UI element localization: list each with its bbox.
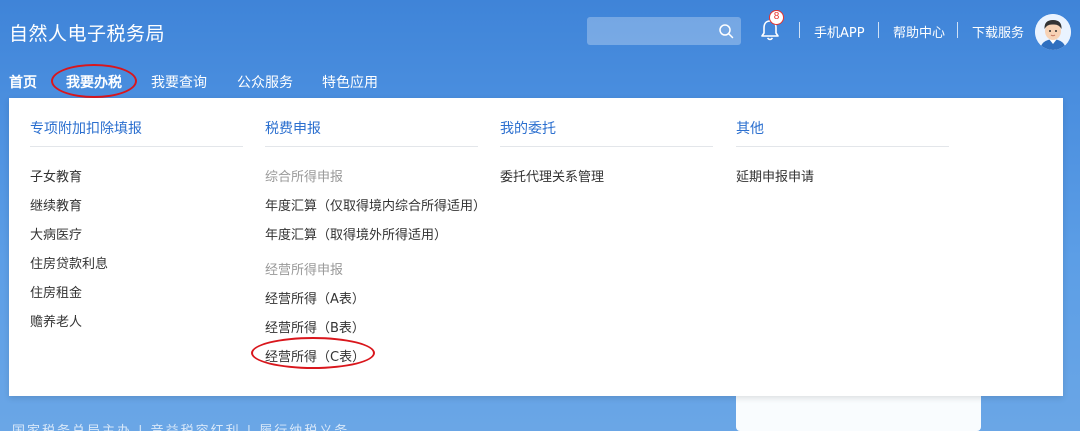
user-avatar[interactable]: [1035, 14, 1071, 50]
nav-special-apps[interactable]: 特色应用: [322, 72, 378, 92]
menu-item-annual-settlement-overseas[interactable]: 年度汇算（取得境外所得适用）: [265, 224, 447, 243]
site-title[interactable]: 自然人电子税务局: [9, 19, 165, 46]
header-divider: [799, 22, 800, 38]
menu-item-business-income-a[interactable]: 经营所得（A表）: [265, 288, 365, 307]
header-divider: [957, 22, 958, 38]
menu-item-serious-illness[interactable]: 大病医疗: [30, 224, 82, 243]
submenu-label-comprehensive-income: 综合所得申报: [265, 170, 344, 185]
banner-slogan: 国家税务总局主办 | 音益税容红利 | 履行纳税义务: [12, 420, 349, 431]
menu-item-business-income-b[interactable]: 经营所得（B表）: [265, 317, 365, 336]
menu-item-mortgage-interest[interactable]: 住房贷款利息: [30, 253, 108, 272]
tax-menu-dropdown: 专项附加扣除填报 子女教育 继续教育 大病医疗 住房贷款利息 住房租金 赡养老人…: [9, 98, 1063, 396]
menu-heading-special-deduction[interactable]: 专项附加扣除填报: [30, 118, 142, 138]
top-header: 自然人电子税务局 8 手机APP 帮助中心 下载服务: [0, 0, 1080, 62]
divider: [265, 146, 478, 147]
menu-item-annual-settlement-domestic[interactable]: 年度汇算（仅取得境内综合所得适用）: [265, 195, 486, 214]
header-divider: [878, 22, 879, 38]
mobile-app-link[interactable]: 手机APP: [814, 22, 865, 41]
notification-badge: 8: [769, 10, 784, 25]
menu-heading-tax-filing[interactable]: 税费申报: [265, 118, 321, 138]
avatar-icon: [1035, 14, 1071, 50]
help-center-link[interactable]: 帮助中心: [893, 22, 945, 41]
menu-item-child-education[interactable]: 子女教育: [30, 166, 82, 185]
menu-item-continuing-education[interactable]: 继续教育: [30, 195, 82, 214]
menu-item-elderly-support[interactable]: 赡养老人: [30, 311, 82, 330]
highlight-circle: [251, 337, 375, 369]
search-icon[interactable]: [718, 23, 734, 39]
menu-heading-other[interactable]: 其他: [736, 118, 764, 138]
divider: [30, 146, 243, 147]
nav-home[interactable]: 首页: [9, 72, 37, 92]
nav-query[interactable]: 我要查询: [151, 72, 207, 92]
divider: [736, 146, 949, 147]
menu-item-deferred-filing[interactable]: 延期申报申请: [736, 166, 814, 185]
highlight-circle: [51, 64, 137, 98]
menu-heading-my-delegation[interactable]: 我的委托: [500, 118, 556, 138]
submenu-label-business-income: 经营所得申报: [265, 263, 344, 278]
download-service-link[interactable]: 下载服务: [972, 22, 1024, 41]
menu-item-housing-rent[interactable]: 住房租金: [30, 282, 82, 301]
login-card-edge: [736, 396, 981, 431]
menu-item-agency-management[interactable]: 委托代理关系管理: [500, 166, 604, 185]
nav-public-service[interactable]: 公众服务: [237, 72, 293, 92]
divider: [500, 146, 713, 147]
search-box[interactable]: [587, 17, 741, 45]
